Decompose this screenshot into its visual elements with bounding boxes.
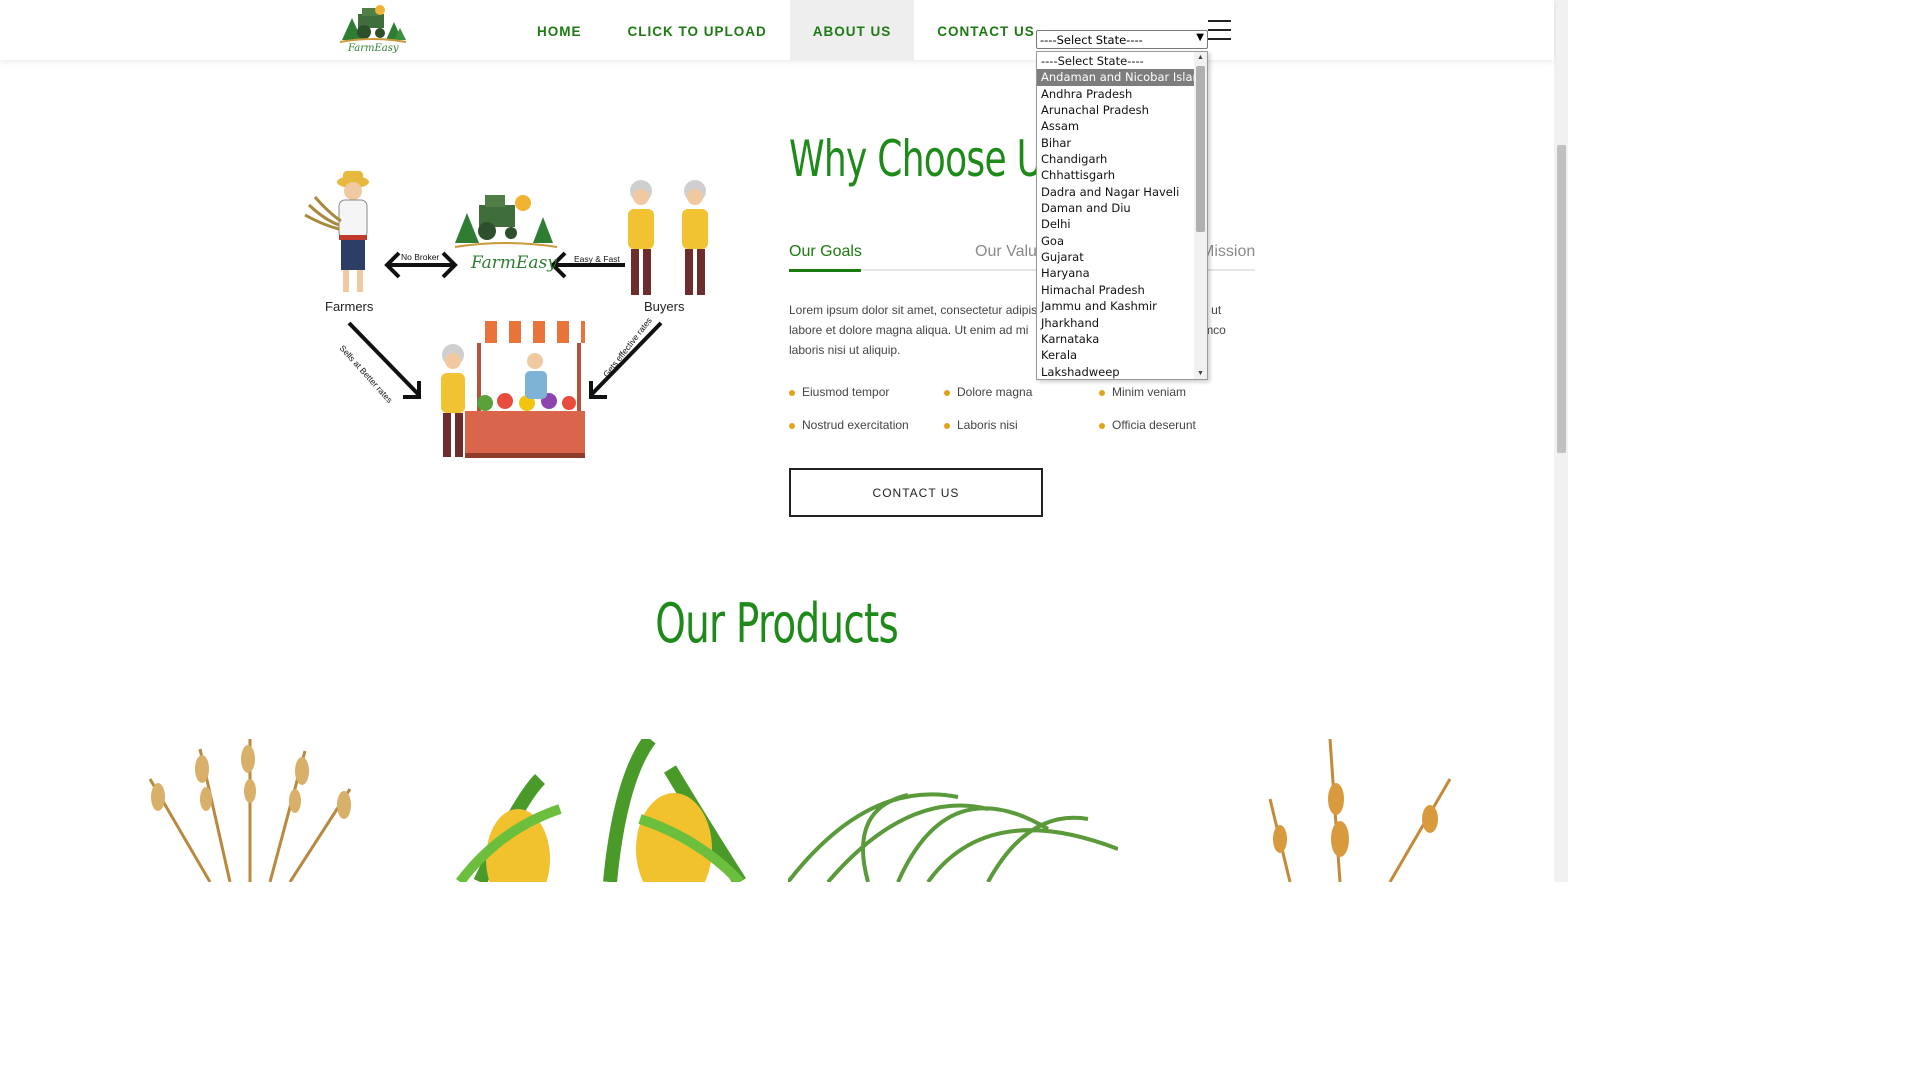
dropdown-scrollbar[interactable]: ▲ ▼: [1194, 52, 1207, 379]
why-choose-us-title: Why Choose Us:: [789, 130, 1072, 188]
bullet-item: Laboris nisi: [944, 418, 1018, 432]
main-nav: HOME CLICK TO UPLOAD ABOUT US CONTACT US: [514, 0, 1058, 60]
scroll-down-icon[interactable]: ▼: [1194, 370, 1207, 377]
tab-mission[interactable]: Mission: [1201, 243, 1255, 261]
nav-click-to-upload[interactable]: CLICK TO UPLOAD: [605, 0, 790, 60]
active-tab-indicator: [789, 269, 861, 272]
corn-icon: [456, 739, 746, 882]
wheat-icon: [148, 739, 352, 882]
contact-us-button[interactable]: CONTACT US: [789, 468, 1043, 517]
product-wheat-image[interactable]: [80, 739, 400, 882]
product-barley-image[interactable]: [1190, 739, 1492, 882]
state-option-highlighted[interactable]: Andaman and Nicobar Islands: [1037, 69, 1207, 86]
state-option[interactable]: Jharkhand: [1037, 315, 1195, 331]
center-logo-text: FarmEasy: [471, 253, 557, 273]
farmers-label: Farmers: [325, 299, 374, 314]
state-option[interactable]: Arunachal Pradesh: [1037, 102, 1195, 118]
logo-text: FarmEasy: [348, 43, 399, 54]
state-option[interactable]: Lakshadweep: [1037, 364, 1195, 379]
farmers-buyers-illustration: [304, 171, 708, 458]
bullet-item: Dolore magna: [944, 385, 1032, 399]
hamburger-menu-icon[interactable]: [1208, 20, 1232, 42]
state-option[interactable]: Haryana: [1037, 265, 1195, 281]
product-corn-image[interactable]: [440, 739, 764, 882]
state-option[interactable]: Andhra Pradesh: [1037, 86, 1195, 102]
page-scroll-thumb[interactable]: [1557, 145, 1566, 453]
tractor-logo-icon: [339, 5, 407, 43]
scroll-up-icon[interactable]: ▲: [1194, 54, 1207, 61]
farmer-icon: [304, 171, 369, 292]
down-left-arrow-icon: [589, 321, 663, 399]
bullet-item: Minim veniam: [1099, 385, 1186, 399]
farmeasy-center-logo-icon: [454, 195, 558, 248]
state-option[interactable]: Delhi: [1037, 216, 1195, 232]
buyers-icon: [628, 180, 708, 295]
state-options: ----Select State---- Andaman and Nicobar…: [1037, 53, 1207, 379]
state-option[interactable]: Karnataka: [1037, 331, 1195, 347]
state-dropdown-list[interactable]: ----Select State---- Andaman and Nicobar…: [1036, 51, 1208, 380]
nav-home[interactable]: HOME: [514, 0, 605, 60]
products-title-text: Our Products: [655, 592, 900, 655]
tab-our-goals[interactable]: Our Goals: [789, 243, 862, 261]
state-option[interactable]: Chhattisgarh: [1037, 167, 1195, 183]
state-option[interactable]: Kerala: [1037, 347, 1195, 363]
state-option[interactable]: ----Select State----: [1037, 53, 1195, 69]
farmeasy-logo[interactable]: FarmEasy: [336, 0, 410, 60]
state-option[interactable]: Bihar: [1037, 135, 1195, 151]
bullet-item: Officia deserunt: [1099, 418, 1196, 432]
state-option[interactable]: Jammu and Kashmir: [1037, 298, 1195, 314]
nav-about-us[interactable]: ABOUT US: [789, 0, 915, 60]
state-option[interactable]: Assam: [1037, 118, 1195, 134]
barley-icon: [1268, 739, 1452, 882]
state-option[interactable]: Himachal Pradesh: [1037, 282, 1195, 298]
product-grass-image[interactable]: [788, 739, 1118, 882]
state-option[interactable]: Dadra and Nagar Haveli: [1037, 184, 1195, 200]
dropdown-scroll-thumb[interactable]: [1196, 66, 1205, 232]
market-stall-icon: [441, 321, 585, 458]
farmeasy-diagram: Farmers Buyers No Broker Easy & Fast Sel…: [295, 165, 725, 465]
no-broker-label: No Broker: [401, 252, 440, 262]
bullet-item: Nostrud exercitation: [789, 418, 909, 432]
bullet-item: Eiusmod tempor: [789, 385, 889, 399]
grass-icon: [788, 792, 1118, 882]
state-option[interactable]: Chandigarh: [1037, 151, 1195, 167]
buyers-label: Buyers: [644, 299, 685, 314]
state-option[interactable]: Gujarat: [1037, 249, 1195, 265]
easy-fast-label: Easy & Fast: [574, 254, 620, 264]
chevron-down-icon: ▼: [1196, 32, 1204, 43]
site-header: FarmEasy HOME CLICK TO UPLOAD ABOUT US C…: [0, 0, 1554, 60]
state-select[interactable]: ----Select State---- ▼: [1036, 30, 1208, 49]
state-option[interactable]: Goa: [1037, 233, 1195, 249]
tab-our-values[interactable]: Our Valu: [975, 243, 1037, 261]
page-scrollbar[interactable]: [1554, 0, 1568, 882]
products-section-title: Our Products: [0, 592, 1554, 655]
state-option[interactable]: Daman and Diu: [1037, 200, 1195, 216]
state-select-value: ----Select State----: [1040, 33, 1143, 47]
